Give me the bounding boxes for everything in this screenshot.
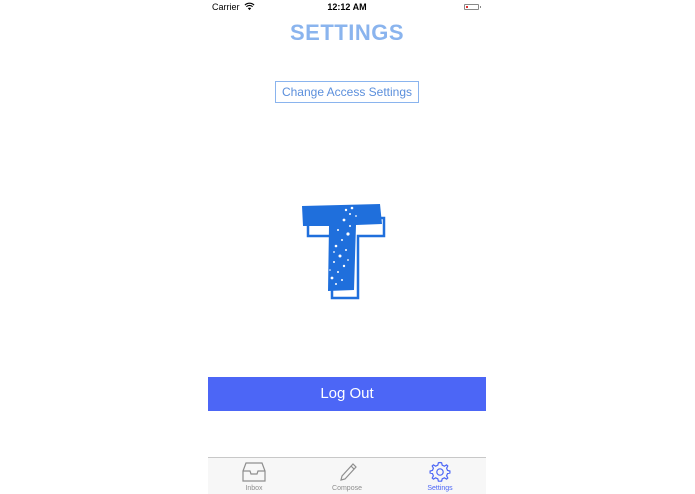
tab-bar: Inbox Compose Settings bbox=[208, 457, 486, 494]
gear-icon bbox=[429, 461, 451, 482]
change-access-settings-button[interactable]: Change Access Settings bbox=[275, 81, 419, 103]
battery-icon bbox=[464, 4, 481, 10]
tab-inbox[interactable]: Inbox bbox=[208, 458, 300, 494]
letter-t-logo-icon bbox=[302, 204, 386, 300]
phone-screen: Carrier 12:12 AM SETTINGS Change Access … bbox=[208, 0, 486, 494]
status-time: 12:12 AM bbox=[327, 2, 367, 12]
page-title: SETTINGS bbox=[289, 20, 404, 45]
tab-label: Compose bbox=[332, 485, 362, 492]
tab-compose[interactable]: Compose bbox=[301, 458, 393, 494]
log-out-button[interactable]: Log Out bbox=[208, 377, 486, 411]
inbox-tray-icon bbox=[242, 462, 266, 482]
pencil-icon bbox=[340, 463, 357, 481]
tab-settings[interactable]: Settings bbox=[394, 458, 486, 494]
status-bar: Carrier 12:12 AM bbox=[208, 0, 486, 16]
tab-label: Settings bbox=[427, 485, 453, 492]
tab-label: Inbox bbox=[245, 485, 263, 492]
